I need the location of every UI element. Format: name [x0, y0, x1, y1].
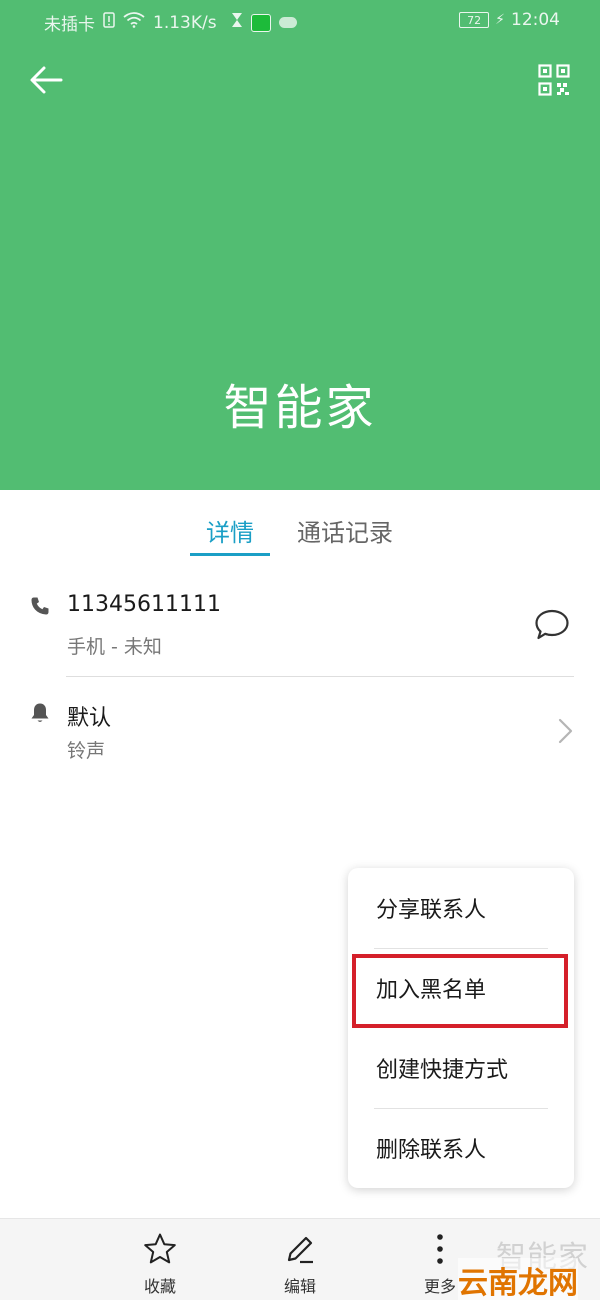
tab-call-history[interactable]: 通话记录 — [297, 513, 393, 548]
clock: 12:04 — [511, 10, 560, 30]
more-vertical-icon — [437, 1234, 443, 1264]
row-divider — [66, 676, 574, 677]
charging-icon: ⚡ — [495, 12, 505, 28]
chevron-right-icon — [558, 718, 573, 744]
menu-item-share-contact[interactable]: 分享联系人 — [348, 868, 574, 948]
phone-icon — [30, 596, 50, 620]
favorite-label: 收藏 — [143, 1277, 176, 1296]
favorite-button[interactable]: 收藏 — [120, 1219, 200, 1300]
tab-bar: 详情 通话记录 — [0, 505, 600, 557]
menu-item-create-shortcut[interactable]: 创建快捷方式 — [348, 1028, 574, 1108]
battery-icon: 72 — [459, 12, 490, 28]
ringtone-row[interactable]: 默认 铃声 — [0, 690, 600, 780]
edit-label: 编辑 — [283, 1277, 316, 1296]
watermark: 智能家 云南龙网 — [458, 1232, 600, 1300]
carrier-label: 未插卡 — [44, 15, 95, 35]
watermark-bottom-text: 云南龙网 — [458, 1258, 578, 1300]
status-bar: 未插卡 1.13K/s 72 ⚡ 12:04 — [0, 0, 600, 42]
highlight-annotation — [352, 954, 568, 1028]
back-button[interactable] — [26, 60, 66, 100]
star-icon — [144, 1233, 176, 1264]
edit-button[interactable]: 编辑 — [260, 1219, 340, 1300]
contact-header: 未插卡 1.13K/s 72 ⚡ 12:04 智能家 — [0, 0, 600, 490]
active-tab-indicator — [190, 553, 270, 556]
battery-level: 72 — [467, 13, 482, 27]
message-bubble-icon — [535, 609, 569, 640]
pencil-icon — [287, 1236, 313, 1264]
network-speed: 1.13K/s — [153, 12, 217, 33]
qr-code-icon — [538, 64, 570, 96]
bell-icon — [30, 702, 50, 728]
app-notification-icon — [250, 13, 271, 32]
phone-number: 11345611111 — [67, 592, 221, 617]
more-options-menu: 分享联系人 加入黑名单 创建快捷方式 删除联系人 — [348, 868, 574, 1188]
send-message-button[interactable] — [530, 605, 574, 645]
sim-alert-icon — [103, 12, 115, 33]
tab-details[interactable]: 详情 — [206, 513, 254, 548]
ringtone-label: 铃声 — [67, 740, 106, 762]
menu-item-delete-contact[interactable]: 删除联系人 — [348, 1108, 574, 1188]
hourglass-icon — [231, 12, 243, 33]
wifi-icon — [123, 12, 145, 33]
phone-row[interactable]: 11345611111 手机 - 未知 — [0, 578, 600, 678]
contact-name: 智能家 — [223, 380, 377, 436]
ringtone-value: 默认 — [67, 706, 112, 731]
qr-code-button[interactable] — [532, 60, 576, 100]
phone-type: 手机 - 未知 — [67, 636, 162, 658]
arrow-left-icon — [30, 66, 63, 94]
cloud-icon — [278, 17, 297, 28]
